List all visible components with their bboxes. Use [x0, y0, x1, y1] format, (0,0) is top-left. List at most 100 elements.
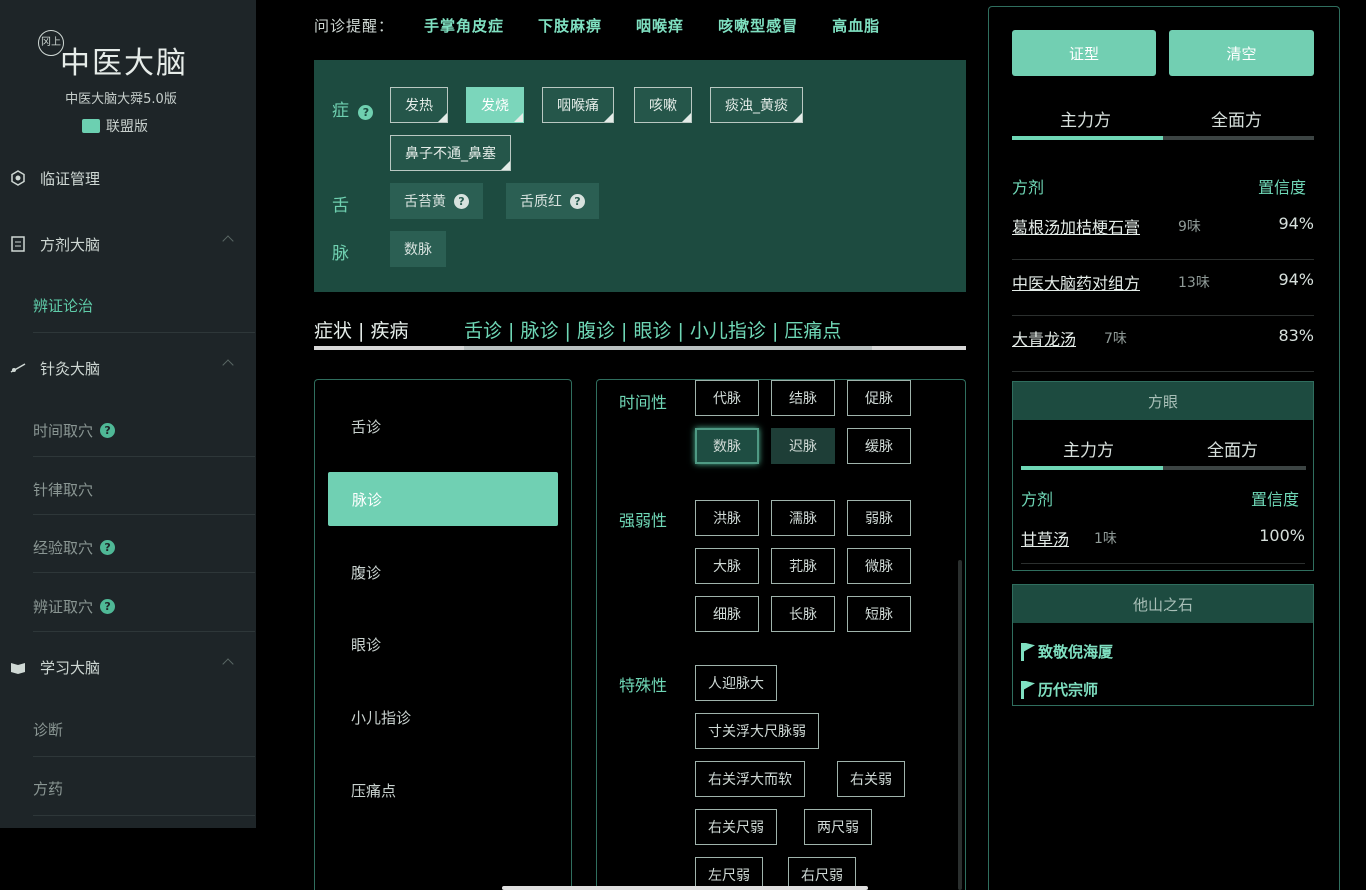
help-icon[interactable]: ? — [358, 105, 374, 120]
clear-button[interactable]: 清空 — [1169, 30, 1314, 76]
pulse-option[interactable]: 濡脉 — [771, 500, 835, 536]
tab-full-formula[interactable]: 全面方 — [1207, 436, 1258, 461]
sidebar-item-diagnosis[interactable]: 诊断 — [0, 700, 256, 758]
logo-title: 中医大脑 — [60, 46, 188, 81]
tab-main-formula[interactable]: 主力方 — [1063, 436, 1114, 461]
horizontal-scrollbar[interactable] — [502, 886, 868, 890]
pulse-option[interactable]: 芤脉 — [771, 548, 835, 584]
symptom-chip[interactable]: 咳嗽 — [634, 87, 692, 123]
pulse-option[interactable]: 寸关浮大尺脉弱 — [695, 713, 819, 749]
sidebar-item-formula[interactable]: 方剂大脑 — [0, 215, 256, 273]
category-item-active[interactable]: 脉诊 — [328, 472, 558, 526]
tongue-chip[interactable]: 舌苔黄? — [390, 183, 483, 219]
herb-count: 9味 — [1178, 219, 1201, 235]
divider — [33, 631, 255, 632]
syndrome-button[interactable]: 证型 — [1012, 30, 1156, 76]
pulse-option[interactable]: 人迎脉大 — [695, 665, 777, 701]
group-label: 强弱性 — [619, 511, 668, 530]
sidebar-item-acupuncture[interactable]: 针灸大脑 — [0, 339, 256, 397]
needle-icon — [10, 363, 26, 373]
tab-symptoms[interactable]: 症状 | 疾病 — [314, 316, 408, 343]
formula-row[interactable]: 中医大脑药对组方 13味 94% — [1012, 260, 1314, 316]
category-item[interactable]: 舌诊 — [351, 416, 381, 437]
category-item[interactable]: 压痛点 — [351, 780, 396, 801]
hexagon-icon — [11, 170, 25, 186]
pulse-option[interactable]: 代脉 — [695, 380, 759, 416]
tab-full-formula[interactable]: 全面方 — [1211, 106, 1262, 131]
formula-name[interactable]: 大青龙汤 — [1012, 326, 1076, 350]
pulse-option[interactable]: 微脉 — [847, 548, 911, 584]
tab-active-indicator — [464, 346, 872, 350]
pulse-option[interactable]: 迟脉 — [771, 428, 835, 464]
formula-name[interactable]: 甘草汤 — [1021, 526, 1069, 550]
sidebar-item-learning[interactable]: 学习大脑 — [0, 638, 256, 696]
tab-active-indicator — [1021, 466, 1163, 470]
formula-name[interactable]: 中医大脑药对组方 — [1012, 270, 1140, 294]
tongue-chip[interactable]: 舌质红? — [506, 183, 599, 219]
scrollbar[interactable] — [958, 560, 962, 890]
pulse-option[interactable]: 大脉 — [695, 548, 759, 584]
category-item[interactable]: 眼诊 — [351, 634, 381, 655]
confidence: 83% — [1278, 326, 1314, 345]
flag-link[interactable]: 致敬倪海厦 — [1021, 641, 1113, 662]
pulse-option[interactable]: 缓脉 — [847, 428, 911, 464]
sidebar-item-clinic[interactable]: 临证管理 — [0, 149, 256, 207]
formula-row[interactable]: 葛根汤加桔梗石膏 9味 94% — [1012, 204, 1314, 260]
pulse-option[interactable]: 洪脉 — [695, 500, 759, 536]
tab-underline — [1021, 466, 1306, 470]
pulse-option[interactable]: 右关弱 — [837, 761, 905, 797]
pulse-option[interactable]: 右关尺弱 — [695, 809, 777, 845]
symptom-chip[interactable]: 发烧 — [466, 87, 524, 123]
pulse-option[interactable]: 结脉 — [771, 380, 835, 416]
pulse-options-panel: 时间性 代脉 结脉 促脉 数脉 迟脉 缓脉 强弱性 洪脉 濡脉 弱脉 大脉 芤脉… — [596, 379, 966, 890]
symptom-chip[interactable]: 痰浊_黄痰 — [710, 87, 803, 123]
divider — [33, 756, 255, 757]
chip-label: 痰浊_黄痰 — [725, 98, 788, 114]
sidebar-item-label: 学习大脑 — [40, 658, 101, 677]
symptom-chip[interactable]: 咽喉痛 — [542, 87, 614, 123]
symptom-chip[interactable]: 鼻子不通_鼻塞 — [390, 135, 511, 171]
document-icon — [11, 236, 25, 252]
tab-main-formula[interactable]: 主力方 — [1060, 106, 1111, 131]
help-icon[interactable]: ? — [100, 598, 116, 614]
help-icon[interactable]: ? — [100, 539, 116, 555]
reminder-item[interactable]: 咽喉痒 — [636, 15, 684, 36]
reminder-item[interactable]: 下肢麻痹 — [538, 15, 602, 36]
pulse-chip[interactable]: 数脉 — [390, 231, 446, 267]
sidebar-item-syndrome-point[interactable]: 辨证取穴? — [0, 577, 256, 635]
sidebar-item-medicine[interactable]: 方药 — [0, 759, 256, 817]
help-icon[interactable]: ? — [570, 193, 585, 209]
tab-diagnostics[interactable]: 舌诊 | 脉诊 | 腹诊 | 眼诊 | 小儿指诊 | 压痛点 — [464, 316, 841, 343]
confidence: 94% — [1278, 270, 1314, 289]
sidebar-item-rule-point[interactable]: 针律取穴 — [0, 460, 256, 518]
formula-row[interactable]: 大青龙汤 7味 83% — [1012, 316, 1314, 372]
formula-row[interactable]: 甘草汤 1味 100% — [1021, 518, 1305, 564]
help-icon[interactable]: ? — [454, 193, 469, 209]
col-confidence-header: 置信度 — [1258, 178, 1307, 197]
pulse-option[interactable]: 短脉 — [847, 596, 911, 632]
pulse-option[interactable]: 促脉 — [847, 380, 911, 416]
pulse-option[interactable]: 右关浮大而软 — [695, 761, 805, 797]
pulse-option[interactable]: 两尺弱 — [804, 809, 872, 845]
category-item[interactable]: 腹诊 — [351, 562, 381, 583]
formula-name[interactable]: 葛根汤加桔梗石膏 — [1012, 214, 1140, 238]
help-icon[interactable]: ? — [100, 422, 116, 438]
sidebar-item-time-point[interactable]: 时间取穴? — [0, 401, 256, 459]
corner-icon — [682, 113, 691, 122]
sidebar-item-exp-point[interactable]: 经验取穴? — [0, 518, 256, 576]
pulse-option-selected[interactable]: 数脉 — [695, 428, 759, 464]
pulse-option[interactable]: 长脉 — [771, 596, 835, 632]
reminder-item[interactable]: 手掌角皮症 — [424, 15, 504, 36]
reminder-item[interactable]: 高血脂 — [832, 15, 880, 36]
consult-reminder: 问诊提醒： 手掌角皮症 下肢麻痹 咽喉痒 咳嗽型感冒 高血脂 — [314, 14, 914, 36]
flag-link[interactable]: 历代宗师 — [1021, 679, 1098, 700]
divider — [33, 815, 255, 816]
pulse-option[interactable]: 细脉 — [695, 596, 759, 632]
category-item[interactable]: 小儿指诊 — [351, 707, 411, 728]
fangyan-title: 方眼 — [1013, 382, 1313, 420]
pulse-option[interactable]: 弱脉 — [847, 500, 911, 536]
reminder-item[interactable]: 咳嗽型感冒 — [718, 15, 798, 36]
symptom-chip[interactable]: 发热 — [390, 87, 448, 123]
edition-text: 联盟版 — [106, 119, 148, 135]
sidebar-item-bianzheng[interactable]: 辨证论治 — [0, 276, 256, 334]
